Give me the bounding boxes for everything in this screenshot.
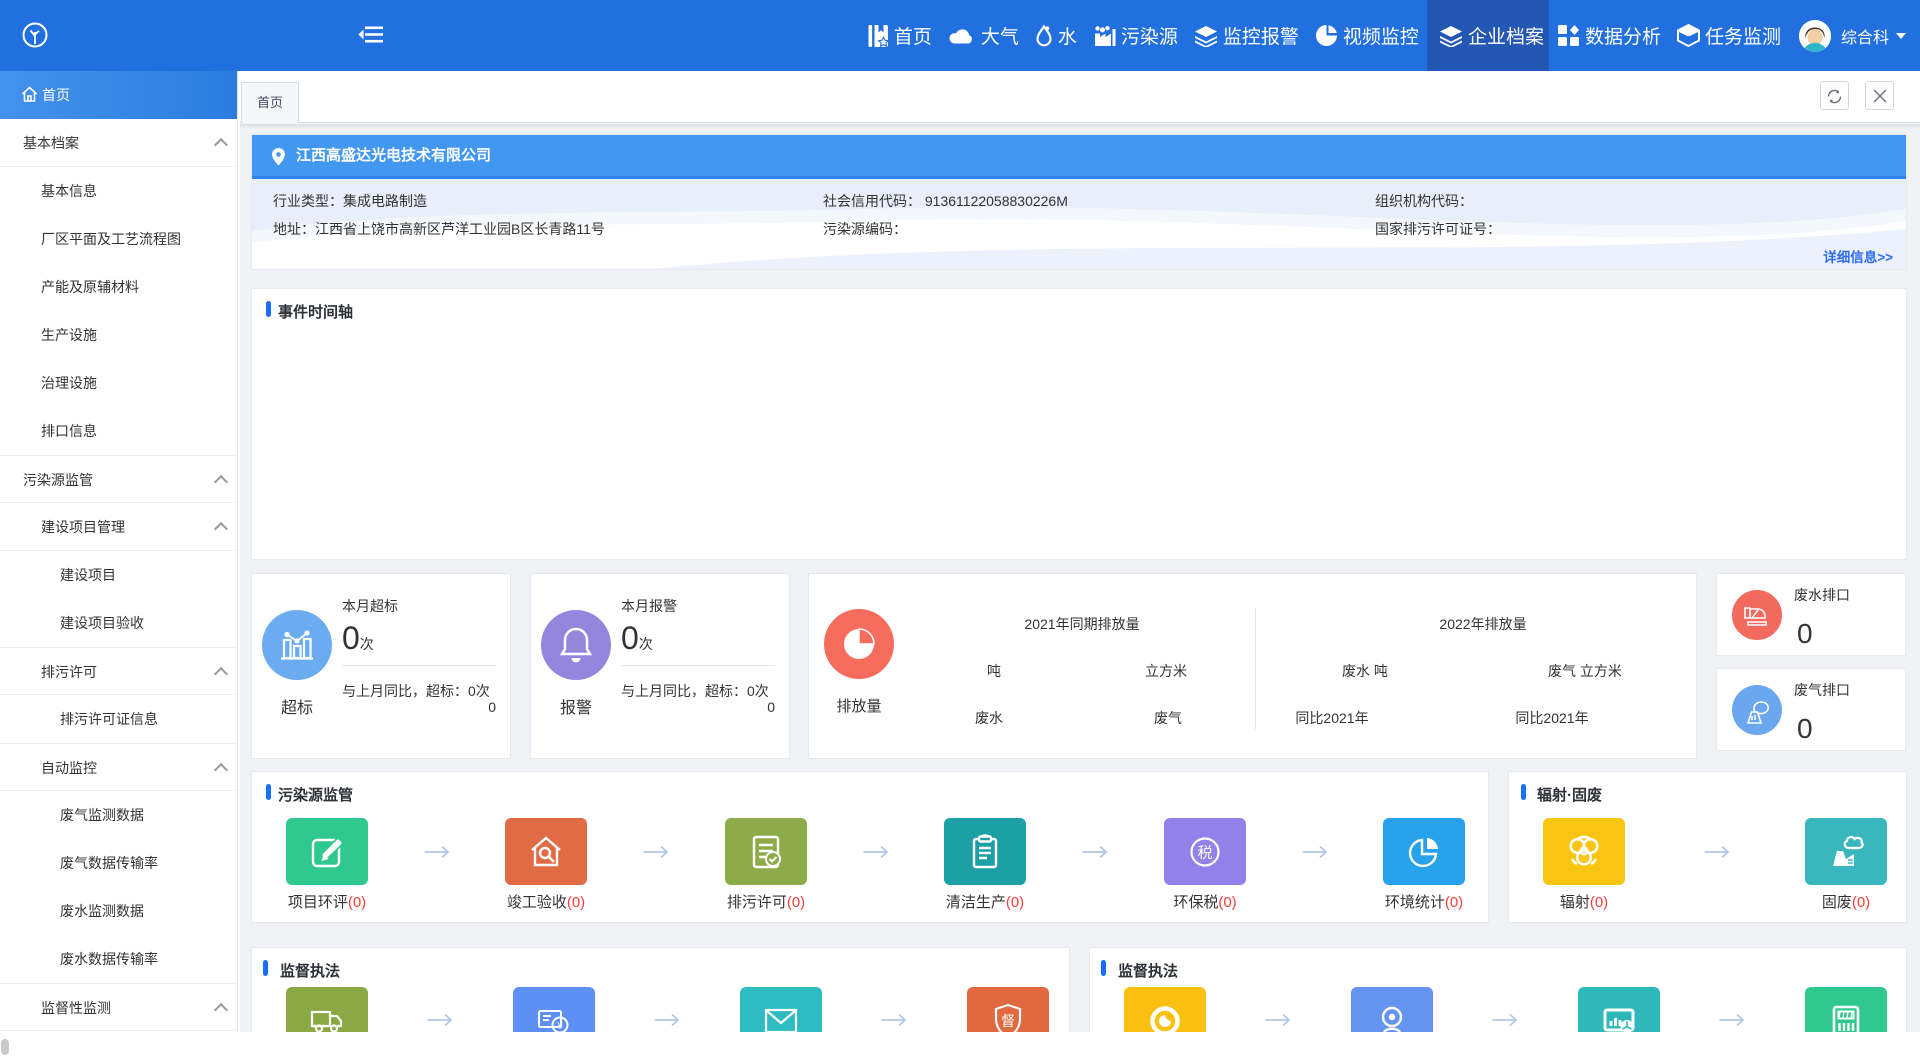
svg-text:督: 督 xyxy=(1001,1013,1015,1029)
svg-text:税: 税 xyxy=(1197,844,1212,861)
svg-text:¥: ¥ xyxy=(556,1021,563,1032)
